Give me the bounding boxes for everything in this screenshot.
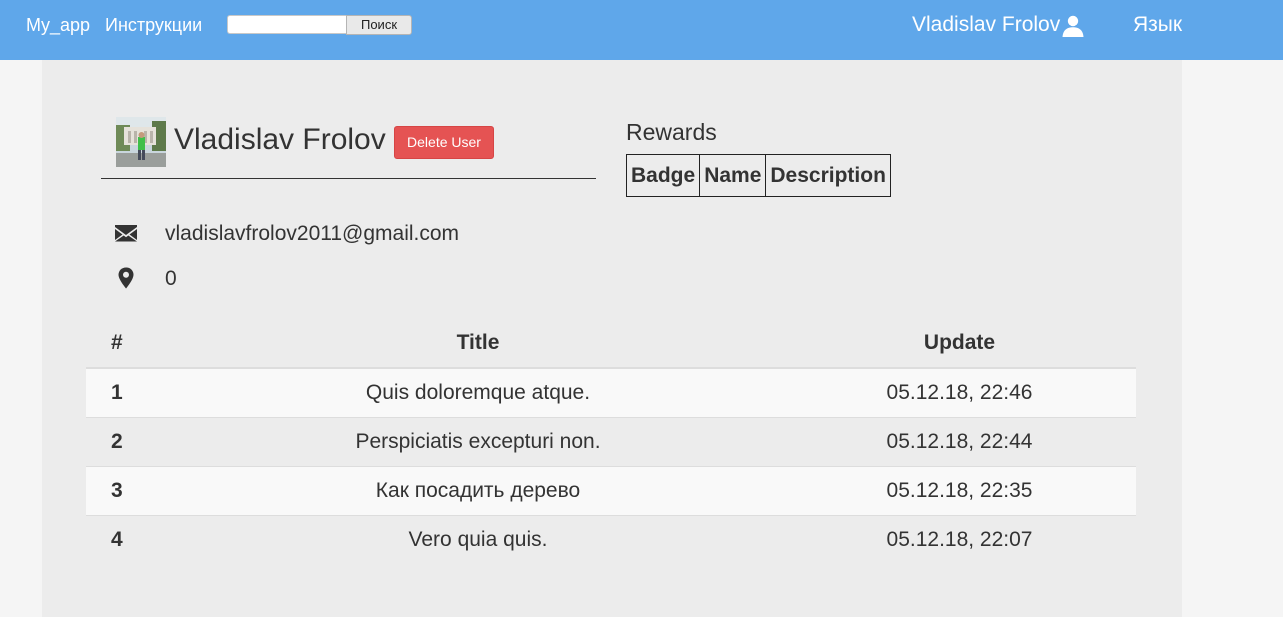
delete-user-button[interactable]: Delete User [394,126,494,159]
post-update: 05.12.18, 22:46 [783,367,1136,418]
posts-column-title: Title [173,319,783,369]
top-navbar: My_app Инструкции Поиск Vladislav Frolov… [0,0,1283,60]
rewards-column-name: Name [699,154,767,197]
table-row[interactable]: 1 Quis doloremque atque. 05.12.18, 22:46 [86,367,1136,418]
table-row[interactable]: 2 Perspiciatis excepturi non. 05.12.18, … [86,417,1136,467]
table-row[interactable]: 4 Vero quia quis. 05.12.18, 22:07 [86,515,1136,564]
post-number: 2 [86,417,173,467]
post-title[interactable]: Perspiciatis excepturi non. [173,417,783,467]
avatar [116,117,166,167]
map-marker-icon [115,267,137,289]
search-button[interactable]: Поиск [346,15,412,35]
language-menu[interactable]: Язык [1133,13,1182,37]
post-title[interactable]: Vero quia quis. [173,515,783,564]
post-update: 05.12.18, 22:35 [783,466,1136,516]
posts-table: # Title Update 1 Quis doloremque atque. … [86,319,1136,564]
post-title[interactable]: Quis doloremque atque. [173,367,783,418]
post-number: 1 [86,367,173,418]
table-row[interactable]: 3 Как посадить дерево 05.12.18, 22:35 [86,466,1136,516]
profile-header: Vladislav Frolov Delete User [101,117,596,179]
post-number: 3 [86,466,173,516]
user-icon [1061,13,1085,37]
brand-link[interactable]: My_app [26,14,90,36]
main-container: Vladislav Frolov Delete User Rewards Bad… [42,60,1182,617]
rewards-column-badge: Badge [625,154,701,197]
rewards-table: Badge Name Description [625,154,891,197]
envelope-icon [115,222,137,244]
location-text: 0 [165,267,177,290]
posts-column-number: # [86,319,173,369]
rewards-column-description: Description [765,154,891,197]
post-number: 4 [86,515,173,564]
post-update: 05.12.18, 22:44 [783,417,1136,467]
post-title[interactable]: Как посадить дерево [173,466,783,516]
user-name: Vladislav Frolov [912,13,1061,36]
search-input[interactable] [227,15,346,34]
rewards-title: Rewards [626,119,717,145]
instructions-link[interactable]: Инструкции [105,14,202,36]
user-menu[interactable]: Vladislav Frolov [912,12,1085,38]
post-update: 05.12.18, 22:07 [783,515,1136,564]
email-text: vladislavfrolov2011@gmail.com [165,222,460,245]
posts-column-update: Update [783,319,1136,369]
profile-name: Vladislav Frolov [174,123,386,156]
